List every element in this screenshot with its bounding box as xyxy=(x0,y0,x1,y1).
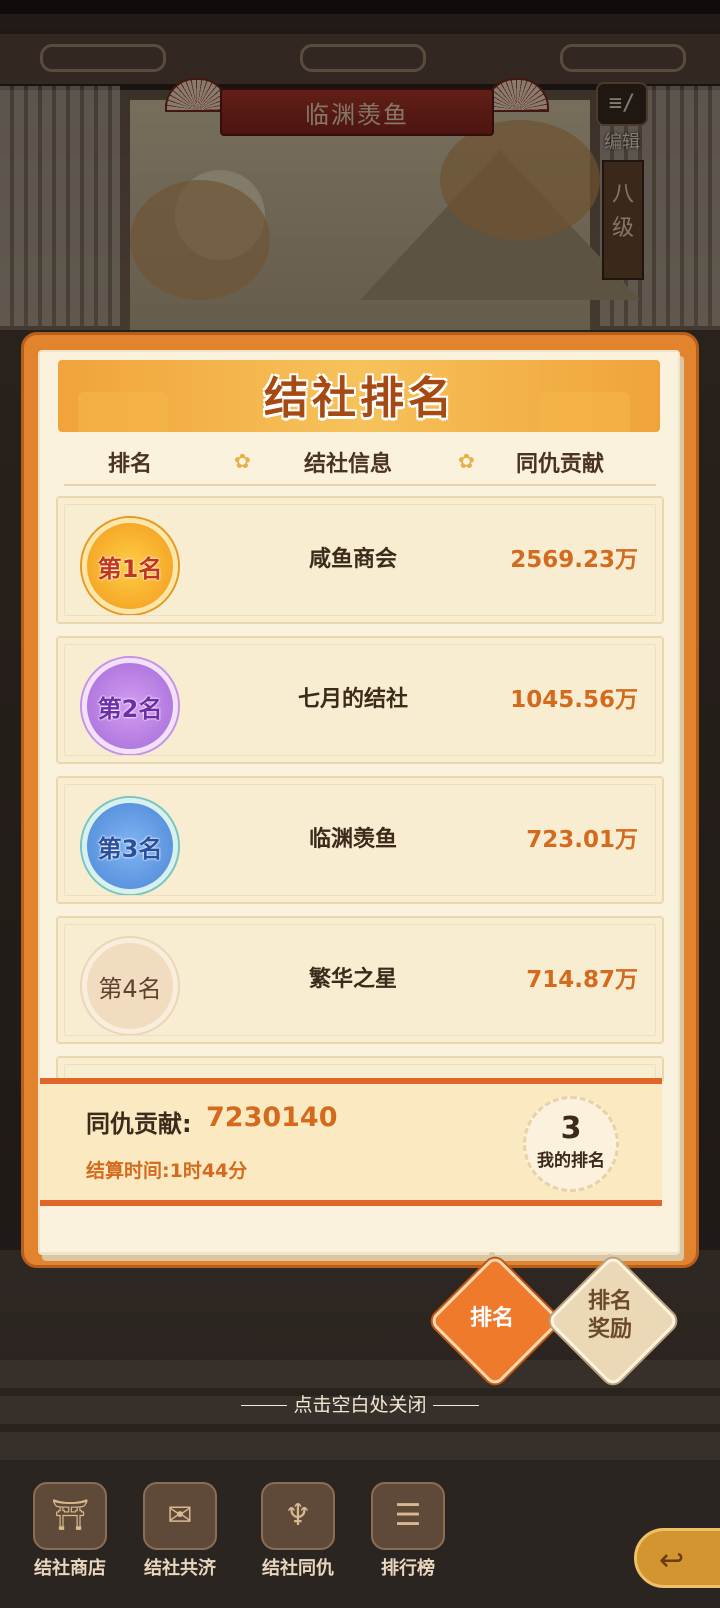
nav-guild-aid[interactable]: ✉ 结社共济 xyxy=(130,1482,230,1592)
close-hint[interactable]: 点击空白处关闭 xyxy=(0,1390,720,1417)
ranking-row-1[interactable]: 第1名 咸鱼商会 2569.23万 xyxy=(56,496,664,624)
guild-name: 七月的结社 xyxy=(297,687,408,712)
contribution-score: 714.87万 xyxy=(526,967,638,993)
rank-medal-purple: 第2名 xyxy=(82,658,178,754)
contribution-score: 1045.56万 xyxy=(510,687,638,713)
nav-label: 结社同仇 xyxy=(262,1558,334,1579)
ranking-list[interactable]: 第1名 咸鱼商会 2569.23万 第2名 七月的结社 1045.56万 第3名… xyxy=(56,496,664,1081)
flower-icon: ✿ xyxy=(234,449,251,473)
column-header-rank: 排名 xyxy=(108,452,153,477)
tab-reward-line2: 奖励 xyxy=(587,1317,632,1342)
close-hint-text: 点击空白处关闭 xyxy=(293,1394,427,1416)
my-rank-badge: 3 我的排名 xyxy=(523,1096,619,1192)
ranking-row-4[interactable]: 第4名 繁华之星 714.87万 xyxy=(56,916,664,1044)
settlement-time: 结算时间:1时44分 xyxy=(86,1160,248,1182)
rank-medal-plain: 第4名 xyxy=(82,938,178,1034)
shop-icon: ⛩ xyxy=(33,1482,107,1550)
dragon-icon: ♆ xyxy=(261,1482,335,1550)
guild-name: 繁华之星 xyxy=(308,967,397,992)
hint-line-right xyxy=(432,1405,479,1406)
contribution-score: 2569.23万 xyxy=(510,547,638,573)
tab-ranking-label[interactable]: 排名 xyxy=(448,1300,536,1332)
back-arrow-icon: ↩ xyxy=(659,1543,685,1578)
hint-line-left xyxy=(241,1405,288,1406)
leaderboard-icon: ☰ xyxy=(371,1482,445,1550)
header-divider xyxy=(64,484,656,486)
rank-medal-gold: 第1名 xyxy=(82,518,178,614)
rank-medal-blue: 第3名 xyxy=(82,798,178,894)
flower-icon: ✿ xyxy=(458,449,475,473)
tab-reward-line1: 排名 xyxy=(587,1289,632,1314)
guild-name: 咸鱼商会 xyxy=(308,547,397,572)
my-rank-number: 3 xyxy=(560,1111,582,1146)
nav-label: 结社共济 xyxy=(144,1558,216,1579)
back-button[interactable]: ↩ xyxy=(634,1528,720,1588)
nav-label: 结社商店 xyxy=(34,1558,106,1579)
ranking-row-2[interactable]: 第2名 七月的结社 1045.56万 xyxy=(56,636,664,764)
my-rank-label: 我的排名 xyxy=(537,1151,605,1171)
guild-name: 临渊羡鱼 xyxy=(308,827,397,852)
column-header-contribution: 同仇贡献 xyxy=(516,452,605,477)
nav-leaderboard[interactable]: ☰ 排行榜 xyxy=(358,1482,458,1592)
contribution-label: 同仇贡献: xyxy=(86,1110,192,1138)
contribution-value: 7230140 xyxy=(206,1102,338,1133)
panel-title: 结社排名 xyxy=(264,373,456,424)
tab-ranking-reward-label[interactable]: 排名 奖励 xyxy=(566,1288,654,1344)
nav-guild-battle[interactable]: ♆ 结社同仇 xyxy=(248,1482,348,1592)
scroll-icon: ✉ xyxy=(143,1482,217,1550)
ranking-row-3[interactable]: 第3名 临渊羡鱼 723.01万 xyxy=(56,776,664,904)
column-header-guild: 结社信息 xyxy=(304,452,393,477)
nav-label: 排行榜 xyxy=(381,1558,435,1579)
nav-guild-shop[interactable]: ⛩ 结社商店 xyxy=(20,1482,120,1592)
contribution-score: 723.01万 xyxy=(526,827,638,853)
